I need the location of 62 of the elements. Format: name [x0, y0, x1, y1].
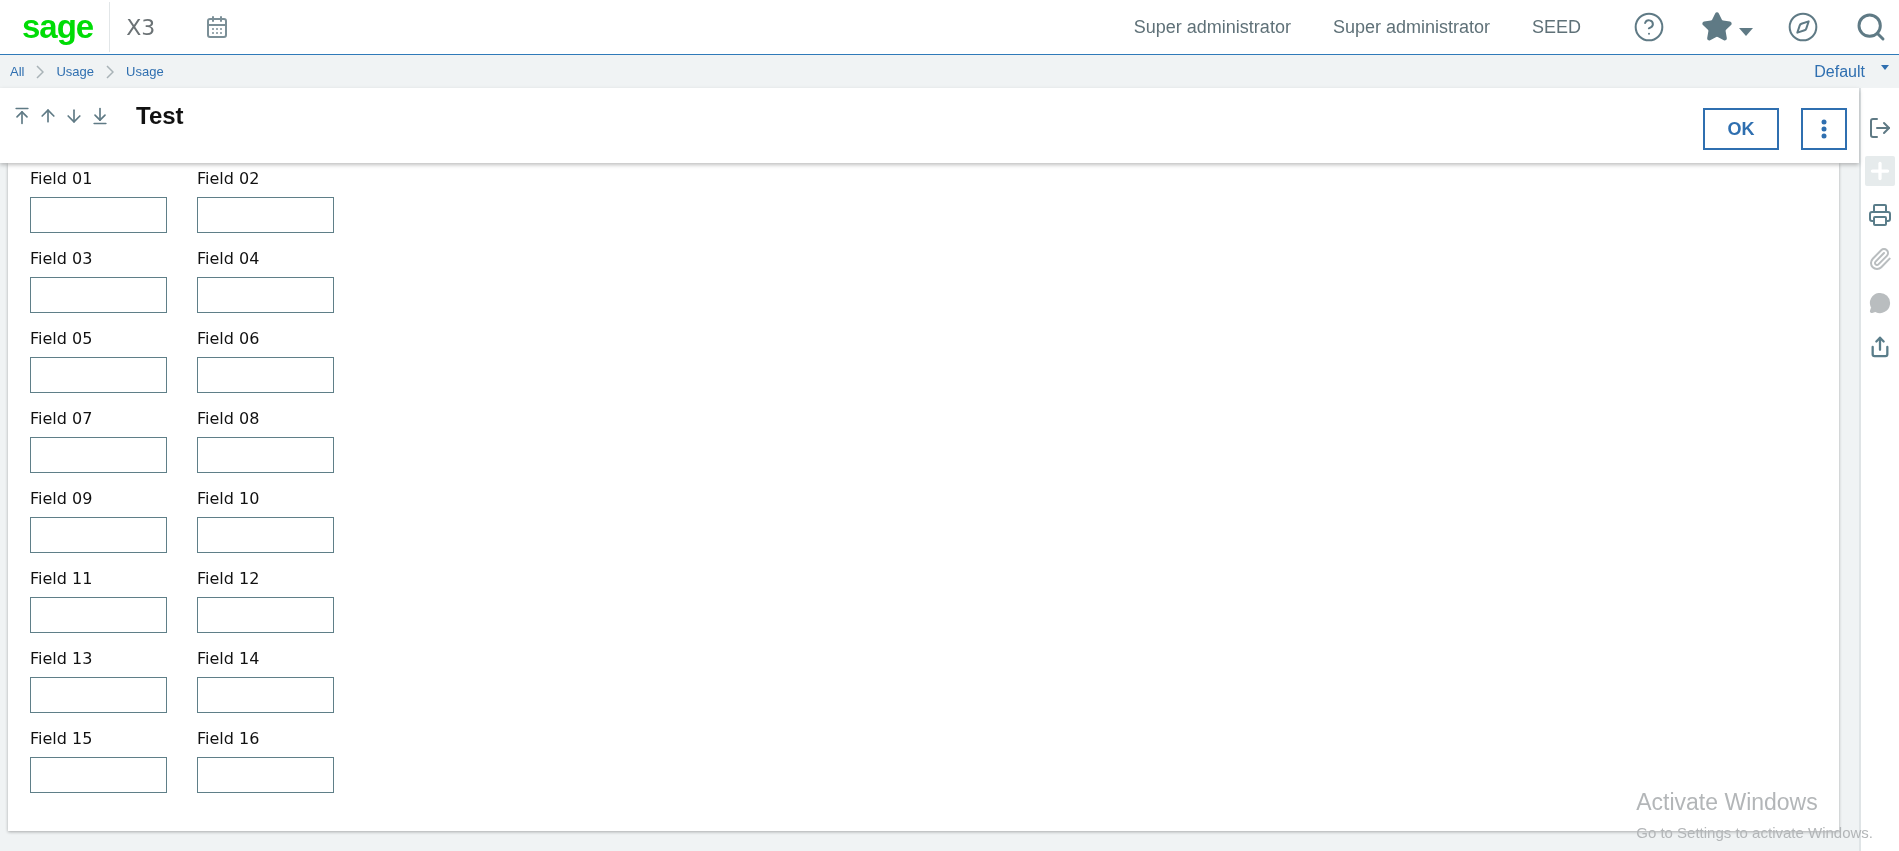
- help-icon[interactable]: [1633, 11, 1665, 43]
- field-label: Field 07: [30, 408, 94, 430]
- compass-icon[interactable]: [1787, 11, 1819, 43]
- more-button[interactable]: [1801, 108, 1847, 150]
- input-field[interactable]: [197, 597, 334, 633]
- input-field[interactable]: [197, 437, 334, 473]
- breadcrumb-link[interactable]: All: [10, 64, 25, 79]
- speech-bubble-icon: [1869, 292, 1891, 314]
- breadcrumb-link[interactable]: Usage: [126, 64, 164, 79]
- field-label: Field 09: [30, 488, 94, 510]
- activation-title: Activate Windows: [1636, 789, 1819, 816]
- input-field[interactable]: [30, 437, 167, 473]
- input-field[interactable]: [30, 757, 167, 793]
- exit-icon[interactable]: [1868, 116, 1892, 140]
- folder-name[interactable]: SEED: [1531, 16, 1581, 38]
- user-name[interactable]: Super administrator: [1133, 16, 1291, 38]
- ok-button[interactable]: OK: [1703, 108, 1779, 150]
- field-label: Field 05: [30, 328, 94, 350]
- activation-text: Go to Settings to activate Windows.: [1636, 824, 1873, 841]
- paperclip-icon: [1868, 247, 1892, 271]
- field-label: Field 15: [30, 728, 94, 750]
- product-name: X3: [126, 14, 156, 40]
- input-field[interactable]: [197, 517, 334, 553]
- field-label: Field 06: [197, 328, 261, 350]
- input-field[interactable]: [30, 517, 167, 553]
- role-name[interactable]: Super administrator: [1332, 16, 1490, 38]
- input-field[interactable]: [30, 197, 167, 233]
- field-label: Field 01: [30, 168, 94, 190]
- field-label: Field 10: [197, 488, 261, 510]
- input-field[interactable]: [197, 197, 334, 233]
- input-field[interactable]: [197, 277, 334, 313]
- field-label: Field 03: [30, 248, 94, 270]
- printer-icon: [1868, 203, 1892, 227]
- field-label: Field 16: [197, 728, 261, 750]
- field-label: Field 12: [197, 568, 261, 590]
- search-icon[interactable]: [1855, 11, 1887, 43]
- upload-icon: [1869, 336, 1891, 358]
- field-label: Field 14: [197, 648, 261, 670]
- field-label: Field 08: [197, 408, 261, 430]
- input-field[interactable]: [197, 677, 334, 713]
- input-field[interactable]: [30, 677, 167, 713]
- input-field[interactable]: [30, 277, 167, 313]
- chevron-icon: [36, 64, 45, 79]
- field-label: Field 11: [30, 568, 94, 590]
- page-title: Test: [136, 102, 184, 130]
- first-record-icon[interactable]: [12, 106, 32, 126]
- caret-icon[interactable]: [1881, 65, 1889, 70]
- last-record-icon[interactable]: [90, 106, 110, 126]
- view-selector[interactable]: Default: [1814, 62, 1865, 81]
- star-icon[interactable]: [1701, 11, 1733, 43]
- breadcrumb-link[interactable]: Usage: [56, 64, 95, 79]
- input-field[interactable]: [30, 597, 167, 633]
- calendar-icon[interactable]: [205, 15, 230, 39]
- caret-icon[interactable]: [1739, 28, 1753, 36]
- field-label: Field 04: [197, 248, 261, 270]
- field-label: Field 02: [197, 168, 261, 190]
- input-field[interactable]: [30, 357, 167, 393]
- more-icon: [1821, 119, 1827, 139]
- input-field[interactable]: [197, 357, 334, 393]
- field-label: Field 13: [30, 648, 94, 670]
- input-field[interactable]: [197, 757, 334, 793]
- chevron-icon: [106, 64, 115, 79]
